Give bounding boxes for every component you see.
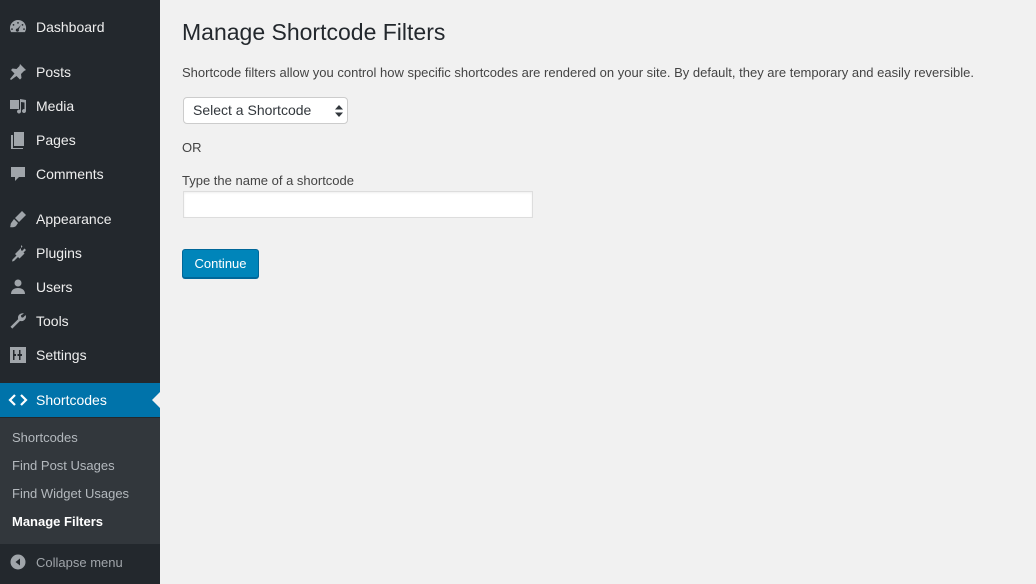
wrench-icon xyxy=(0,304,36,338)
menu-label: Appearance xyxy=(36,211,112,227)
admin-sidebar: Dashboard Posts Media Pages Comments App… xyxy=(0,0,160,584)
menu-item-pages[interactable]: Pages xyxy=(0,123,160,157)
shortcodes-submenu: Shortcodes Find Post Usages Find Widget … xyxy=(0,418,160,544)
submenu-item-shortcodes[interactable]: Shortcodes xyxy=(12,428,78,448)
or-separator: OR xyxy=(182,140,202,155)
menu-item-comments[interactable]: Comments xyxy=(0,157,160,191)
submenu-item-find-post-usages[interactable]: Find Post Usages xyxy=(12,456,115,476)
collapse-menu-button[interactable]: Collapse menu xyxy=(0,548,160,576)
continue-button[interactable]: Continue xyxy=(182,249,259,278)
menu-item-users[interactable]: Users xyxy=(0,270,160,304)
menu-label: Media xyxy=(36,98,75,114)
submenu-item-manage-filters[interactable]: Manage Filters xyxy=(12,512,103,532)
code-brackets-icon xyxy=(0,383,36,417)
menu-item-media[interactable]: Media xyxy=(0,89,160,123)
pushpin-icon xyxy=(0,55,36,89)
shortcode-name-input[interactable] xyxy=(183,191,533,218)
menu-label: Plugins xyxy=(36,245,82,261)
select-value: Select a Shortcode xyxy=(193,102,312,118)
menu-label: Pages xyxy=(36,132,76,148)
menu-item-posts[interactable]: Posts xyxy=(0,55,160,89)
menu-label: Dashboard xyxy=(36,19,105,35)
collapse-menu-label: Collapse menu xyxy=(36,554,123,570)
menu-item-plugins[interactable]: Plugins xyxy=(0,236,160,270)
menu-item-shortcodes[interactable]: Shortcodes xyxy=(0,383,160,417)
collapse-arrow-icon xyxy=(0,554,36,570)
menu-label: Tools xyxy=(36,313,69,329)
paintbrush-icon xyxy=(0,202,36,236)
sliders-icon xyxy=(0,338,36,372)
current-menu-arrow xyxy=(152,392,160,408)
menu-label: Shortcodes xyxy=(36,392,107,408)
menu-item-settings[interactable]: Settings xyxy=(0,338,160,372)
comment-icon xyxy=(0,157,36,191)
page-title: Manage Shortcode Filters xyxy=(182,19,446,45)
menu-item-appearance[interactable]: Appearance xyxy=(0,202,160,236)
media-icon xyxy=(0,89,36,123)
user-icon xyxy=(0,270,36,304)
menu-item-tools[interactable]: Tools xyxy=(0,304,160,338)
pages-icon xyxy=(0,123,36,157)
menu-label: Users xyxy=(36,279,73,295)
plug-icon xyxy=(0,236,36,270)
dashboard-icon xyxy=(0,10,36,44)
submenu-item-find-widget-usages[interactable]: Find Widget Usages xyxy=(12,484,129,504)
menu-label: Settings xyxy=(36,347,87,363)
select-updown-icon xyxy=(335,105,343,117)
page-description: Shortcode filters allow you control how … xyxy=(182,65,974,80)
shortcode-name-label: Type the name of a shortcode xyxy=(182,173,354,188)
menu-item-dashboard[interactable]: Dashboard xyxy=(0,10,160,44)
shortcode-select[interactable]: Select a Shortcode xyxy=(183,97,348,124)
menu-label: Posts xyxy=(36,64,72,80)
menu-label: Comments xyxy=(36,166,104,182)
